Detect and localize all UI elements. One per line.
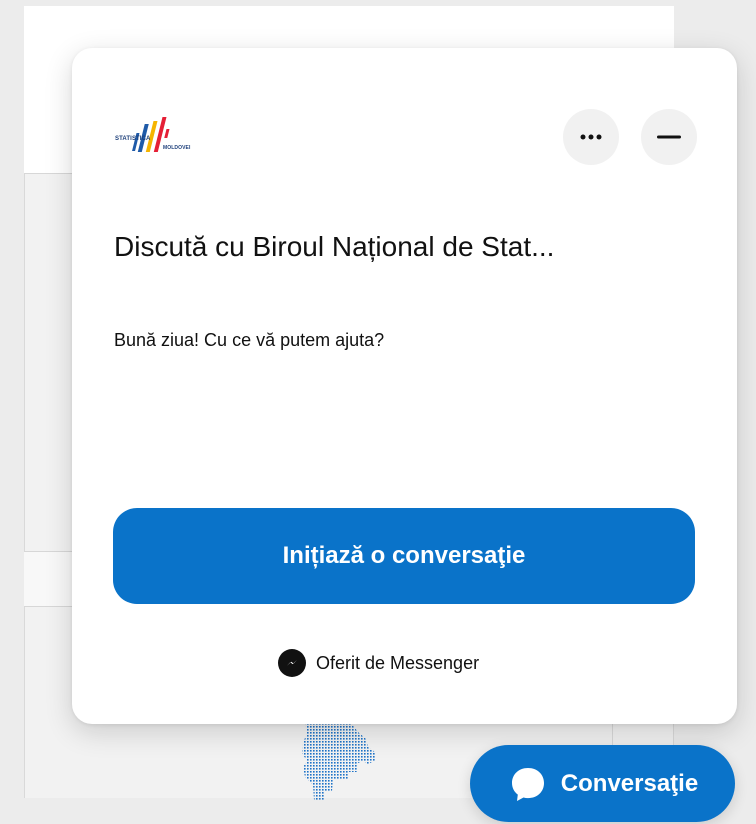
powered-by-messenger: Oferit de Messenger — [278, 649, 479, 677]
statistica-moldovei-logo: STATISTICA MOLDOVEI — [112, 115, 204, 155]
messenger-icon — [278, 649, 306, 677]
more-options-button[interactable] — [563, 109, 619, 165]
minus-icon — [657, 135, 681, 139]
floating-conversation-label: Conversaţie — [560, 769, 699, 797]
chat-header-actions — [563, 109, 697, 165]
chat-widget-header: STATISTICA MOLDOVEI — [112, 109, 697, 169]
messenger-chat-icon — [507, 763, 549, 805]
powered-by-text: Oferit de Messenger — [316, 652, 480, 673]
minimize-button[interactable] — [641, 109, 697, 165]
logo-top-text: STATISTICA — [115, 136, 151, 142]
floating-conversation-button[interactable]: Conversaţie — [470, 745, 735, 822]
chat-widget-card: STATISTICA MOLDOVEI Discută cu Biroul Na… — [72, 48, 737, 724]
logo-bottom-text: MOLDOVEI — [163, 145, 191, 151]
start-conversation-button[interactable]: Inițiază o conversaţie — [113, 508, 695, 604]
chat-greeting: Bună ziua! Cu ce vă putem ajuta? — [114, 330, 385, 350]
ellipsis-icon — [580, 134, 602, 140]
chat-title: Discută cu Biroul Național de Stat... — [114, 231, 555, 262]
